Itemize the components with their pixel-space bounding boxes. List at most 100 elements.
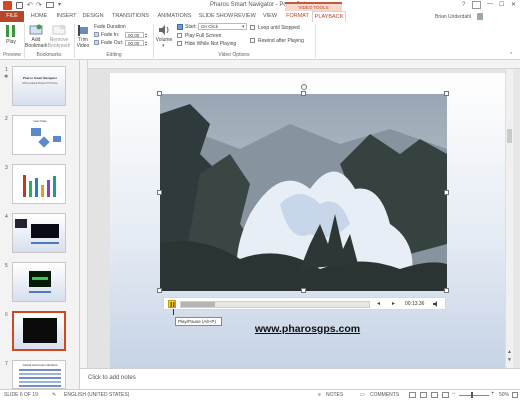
slide-sorter-icon[interactable] xyxy=(420,392,427,398)
scrollbar-thumb[interactable] xyxy=(507,129,512,143)
fade-in-spinner-icon[interactable]: ▴ ▾ xyxy=(145,32,147,39)
video-control-bar: ◂ ▸ 00:13.36 xyxy=(163,297,446,310)
zoom-in-icon[interactable]: + xyxy=(491,391,495,397)
zoom-slider-thumb[interactable] xyxy=(471,392,473,398)
resize-handle[interactable] xyxy=(157,190,162,195)
slide-thumbnail-3[interactable] xyxy=(12,164,66,204)
slide-thumbnail-7[interactable]: Global Ascension Markets xyxy=(12,360,66,389)
play-button-label: Play xyxy=(6,39,16,45)
resize-handle[interactable] xyxy=(301,288,306,293)
trim-video-button[interactable] xyxy=(77,24,89,36)
comments-icon[interactable]: ▭ xyxy=(360,392,365,398)
prev-slide-icon[interactable]: ▲ xyxy=(507,349,512,355)
start-label: Start: xyxy=(185,24,197,30)
tab-playback[interactable]: PLAYBACK xyxy=(312,11,346,22)
rewind-after-playing-checkbox[interactable] xyxy=(250,38,255,43)
slide-thumbnail-6[interactable] xyxy=(12,311,66,351)
tab-insert[interactable]: INSERT xyxy=(53,11,80,22)
tab-home[interactable]: HOME xyxy=(26,11,52,22)
vertical-ruler xyxy=(80,60,88,368)
ribbon-display-options-icon[interactable] xyxy=(472,1,481,9)
fade-in-icon xyxy=(94,32,99,37)
resize-handle[interactable] xyxy=(444,91,449,96)
tab-transitions[interactable]: TRANSITIONS xyxy=(107,11,154,22)
zoom-level[interactable]: 50% xyxy=(499,392,509,398)
zoom-out-icon[interactable]: − xyxy=(452,391,456,397)
fade-out-spinner-icon[interactable]: ▴ ▾ xyxy=(145,40,147,47)
notes-pane[interactable]: Click to add notes xyxy=(80,368,520,389)
step-forward-icon[interactable]: ▸ xyxy=(392,300,395,307)
slide-url-text[interactable]: www.pharosgps.com xyxy=(110,323,505,335)
remove-bookmark-button[interactable] xyxy=(52,24,66,36)
rotate-handle[interactable] xyxy=(301,84,307,90)
maximize-button[interactable]: ☐ xyxy=(499,1,504,8)
slide-thumbnail-4[interactable] xyxy=(12,213,66,253)
proofing-icon[interactable]: ✎ xyxy=(52,392,56,398)
video-options-group-label: Video Options xyxy=(218,52,250,58)
tab-format[interactable]: FORMAT xyxy=(283,11,312,22)
video-progress-track[interactable] xyxy=(180,301,370,308)
avatar[interactable] xyxy=(477,13,483,20)
slide-number: 7 xyxy=(5,361,8,367)
notes-icon[interactable]: ≡ xyxy=(318,392,321,398)
tab-file[interactable]: FILE xyxy=(0,11,24,22)
volume-icon[interactable] xyxy=(432,300,440,308)
tab-view[interactable]: VIEW xyxy=(259,11,281,22)
video-progress-fill xyxy=(181,302,215,307)
play-pause-button[interactable] xyxy=(168,300,176,308)
start-select[interactable]: On Click xyxy=(198,23,247,30)
fit-slide-icon[interactable] xyxy=(512,392,518,398)
start-dropdown-icon[interactable]: ▾ xyxy=(242,24,245,30)
volume-button[interactable] xyxy=(157,24,171,36)
add-bookmark-button[interactable] xyxy=(29,24,43,36)
hide-while-not-playing-checkbox[interactable] xyxy=(177,41,182,46)
loop-until-stopped-checkbox[interactable] xyxy=(250,25,255,30)
close-button[interactable]: ✕ xyxy=(511,1,516,8)
thumb-title: Pharos Smart Navigator xyxy=(22,76,58,80)
tab-slide-show[interactable]: SLIDE SHOW xyxy=(195,11,237,22)
thumb-bar xyxy=(29,181,32,197)
resize-handle[interactable] xyxy=(301,91,306,96)
language-indicator[interactable]: ENGLISH (UNITED STATES) xyxy=(64,392,129,398)
slide-thumbnail-5[interactable] xyxy=(12,262,66,302)
resize-handle[interactable] xyxy=(157,91,162,96)
normal-view-icon[interactable] xyxy=(409,392,416,398)
tab-review[interactable]: REVIEW xyxy=(232,11,258,22)
slide-thumbnail-2[interactable]: User Files xyxy=(12,115,66,155)
zoom-slider[interactable] xyxy=(459,395,489,396)
notes-button[interactable]: NOTES xyxy=(326,392,343,398)
thumb-row xyxy=(19,377,61,379)
reading-view-icon[interactable] xyxy=(431,392,438,398)
tab-animations[interactable]: ANIMATIONS xyxy=(154,11,195,22)
play-full-screen-label: Play Full Screen xyxy=(185,33,222,39)
fade-out-field[interactable]: 00.00 xyxy=(125,40,144,46)
thumb-link xyxy=(29,291,51,293)
step-back-icon[interactable]: ◂ xyxy=(377,300,380,307)
tab-design[interactable]: DESIGN xyxy=(80,11,106,22)
remove-bookmark-icon xyxy=(52,24,66,35)
help-button[interactable]: ? xyxy=(462,2,465,8)
play-pause-icon xyxy=(170,302,175,307)
collapse-ribbon-icon[interactable]: ^ xyxy=(510,52,512,58)
user-name[interactable]: Brian Underdahl xyxy=(435,14,471,20)
vertical-scrollbar[interactable]: ▲ ▼ xyxy=(505,69,513,368)
minimize-button[interactable]: — xyxy=(487,1,493,7)
next-slide-icon[interactable]: ▼ xyxy=(507,357,512,363)
play-full-screen-checkbox[interactable] xyxy=(177,33,182,38)
slide-show-view-icon[interactable] xyxy=(442,392,449,398)
fade-in-field[interactable]: 00.00 xyxy=(125,32,144,38)
resize-handle[interactable] xyxy=(157,288,162,293)
resize-handle[interactable] xyxy=(444,190,449,195)
fade-out-icon xyxy=(94,40,99,45)
resize-handle[interactable] xyxy=(444,288,449,293)
slide-thumbnail-1[interactable]: Pharos Smart Navigator GPS-enabled Pocke… xyxy=(12,66,66,106)
play-button[interactable] xyxy=(4,24,18,38)
thumb-image xyxy=(31,224,59,238)
thumb-shape xyxy=(53,136,61,142)
slide-count[interactable]: SLIDE 6 OF 19 xyxy=(4,392,38,398)
comments-button[interactable]: COMMENTS xyxy=(370,392,399,398)
remove-bookmark-label: Remove Bookmark xyxy=(47,37,71,49)
volume-dropdown-icon[interactable]: ▾ xyxy=(162,43,165,49)
video-player[interactable] xyxy=(160,94,447,291)
slide-number: 6 xyxy=(5,312,8,318)
